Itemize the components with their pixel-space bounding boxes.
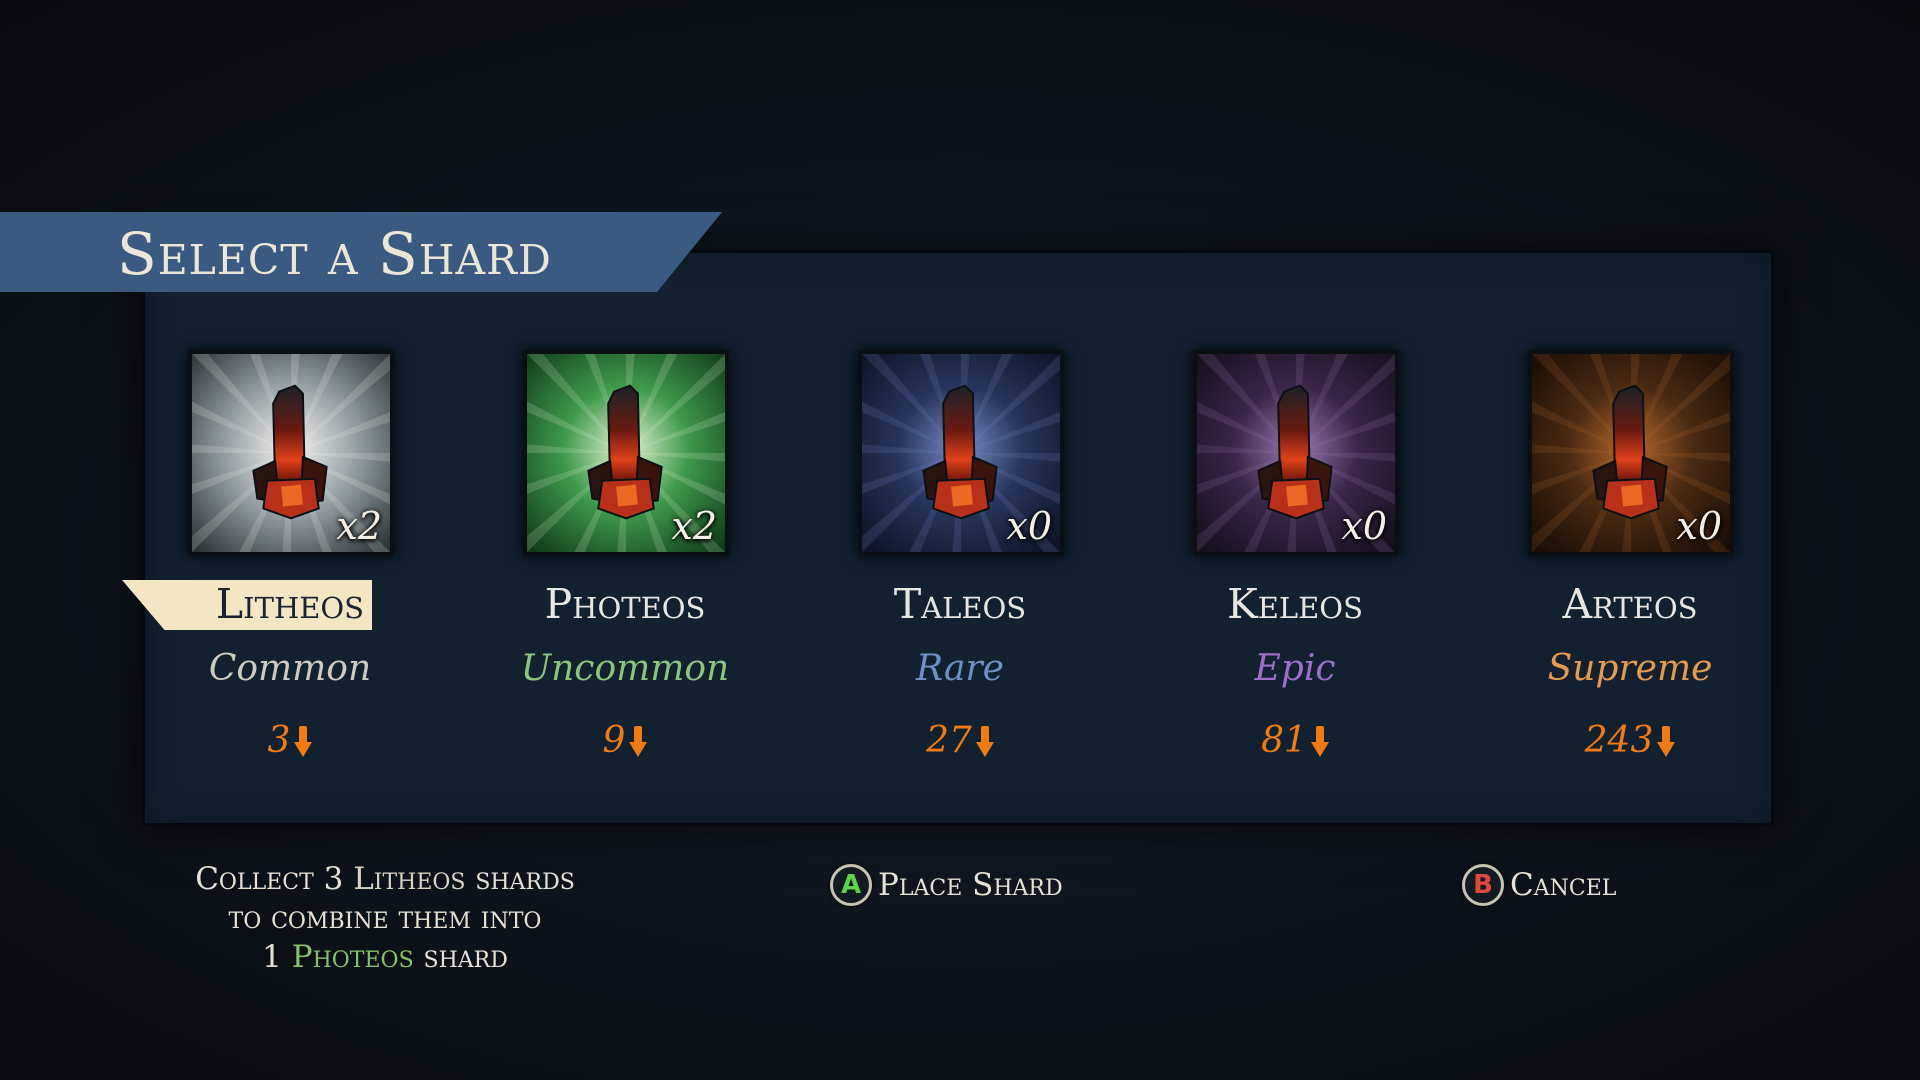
shard-count: x0 — [1341, 504, 1387, 548]
shard-image-frame: x2 — [188, 350, 394, 556]
shard-image-frame: x2 — [523, 350, 729, 556]
shard-value-number: 81 — [1261, 720, 1307, 761]
shard-rarity: Epic — [1254, 648, 1336, 689]
shard-rarity: Uncommon — [520, 648, 730, 689]
hint-line-3: 1 Photeos shard — [262, 939, 508, 975]
shard-name: Arteos — [1562, 580, 1698, 628]
shard-card-litheos[interactable]: x2 Litheos Common 3 — [122, 350, 458, 770]
orange-down-arrow-icon — [1657, 726, 1676, 757]
cancel-label: Cancel — [1510, 867, 1617, 903]
shard-value: 27 — [792, 720, 1128, 761]
hint-item-litheos: Litheos — [353, 861, 466, 897]
combine-hint: Collect 3 Litheos shards to combine them… — [150, 860, 620, 977]
place-shard-label: Place Shard — [878, 867, 1063, 903]
shard-name: Litheos — [215, 580, 365, 628]
shard-image-frame: x0 — [858, 350, 1064, 556]
shard-value-number: 3 — [267, 720, 291, 761]
shard-rarity: Supreme — [1547, 648, 1713, 689]
shard-count: x0 — [1006, 504, 1052, 548]
shard-rarity: Common — [208, 648, 372, 689]
shard-name-wrap: Taleos — [792, 578, 1128, 630]
shard-rarity: Rare — [916, 648, 1004, 689]
shard-value-number: 9 — [602, 720, 626, 761]
shard-count: x0 — [1676, 504, 1722, 548]
orange-down-arrow-icon — [294, 726, 313, 757]
shard-value: 9 — [457, 720, 793, 761]
shard-value: 243 — [1462, 720, 1798, 761]
page-title: Select a Shard — [117, 220, 552, 288]
shard-card-taleos[interactable]: x0 Taleos Rare 27 — [792, 350, 1128, 770]
orange-down-arrow-icon — [975, 726, 994, 757]
b-button-icon: B — [1462, 864, 1504, 906]
shard-name-wrap: Arteos — [1462, 578, 1798, 630]
hint-item-photeos: Photeos — [291, 939, 414, 975]
shard-image-frame: x0 — [1528, 350, 1734, 556]
shard-name-wrap: Photeos — [457, 578, 793, 630]
a-button-icon: A — [830, 864, 872, 906]
shard-value: 81 — [1127, 720, 1463, 761]
shard-image-frame: x0 — [1193, 350, 1399, 556]
orange-down-arrow-icon — [1310, 726, 1329, 757]
shard-count: x2 — [671, 504, 717, 548]
orange-down-arrow-icon — [629, 726, 648, 757]
cancel-action[interactable]: B Cancel — [1462, 860, 1616, 910]
hint-line-2: to combine them into — [228, 900, 542, 936]
shard-name: Keleos — [1227, 580, 1363, 628]
shard-value: 3 — [122, 720, 458, 761]
shard-card-arteos[interactable]: x0 Arteos Supreme 243 — [1462, 350, 1798, 770]
place-shard-action[interactable]: A Place Shard — [830, 860, 1063, 910]
shard-card-photeos[interactable]: x2 Photeos Uncommon 9 — [457, 350, 793, 770]
shard-card-keleos[interactable]: x0 Keleos Epic 81 — [1127, 350, 1463, 770]
shard-name-wrap: Keleos — [1127, 578, 1463, 630]
shard-name: Taleos — [893, 580, 1027, 628]
shard-name: Photeos — [544, 580, 706, 628]
shard-value-number: 27 — [926, 720, 972, 761]
shard-value-number: 243 — [1584, 720, 1654, 761]
shard-count: x2 — [336, 504, 382, 548]
selected-name-highlight: Litheos — [122, 578, 458, 630]
hint-line-1: Collect 3 Litheos shards — [195, 861, 575, 897]
